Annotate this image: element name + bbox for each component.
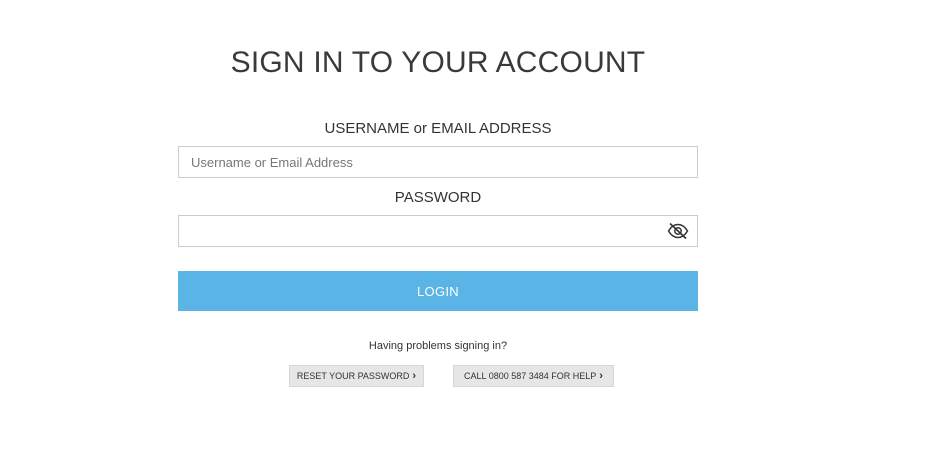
reset-password-button[interactable]: RESET YOUR PASSWORD › xyxy=(289,365,424,387)
help-buttons: RESET YOUR PASSWORD › CALL 0800 587 3484… xyxy=(289,365,614,387)
username-input[interactable] xyxy=(178,146,698,178)
page-title: SIGN IN TO YOUR ACCOUNT xyxy=(230,46,646,79)
help-text: Having problems signing in? xyxy=(368,340,508,352)
call-for-help-button[interactable]: CALL 0800 587 3484 FOR HELP › xyxy=(453,365,614,387)
reset-password-label: RESET YOUR PASSWORD xyxy=(296,371,410,381)
chevron-right-icon: › xyxy=(599,369,603,382)
chevron-right-icon: › xyxy=(412,369,417,382)
password-input[interactable] xyxy=(178,215,698,247)
password-label: PASSWORD xyxy=(394,189,482,206)
eye-slash-icon[interactable] xyxy=(666,220,690,242)
password-field xyxy=(178,215,698,247)
username-label: USERNAME or EMAIL ADDRESS xyxy=(324,120,552,137)
login-button[interactable]: LOGIN xyxy=(178,271,698,311)
sign-in-form: USERNAME or EMAIL ADDRESS PASSWORD LOGIN xyxy=(178,118,698,311)
call-for-help-label: CALL 0800 587 3484 FOR HELP xyxy=(464,371,597,381)
